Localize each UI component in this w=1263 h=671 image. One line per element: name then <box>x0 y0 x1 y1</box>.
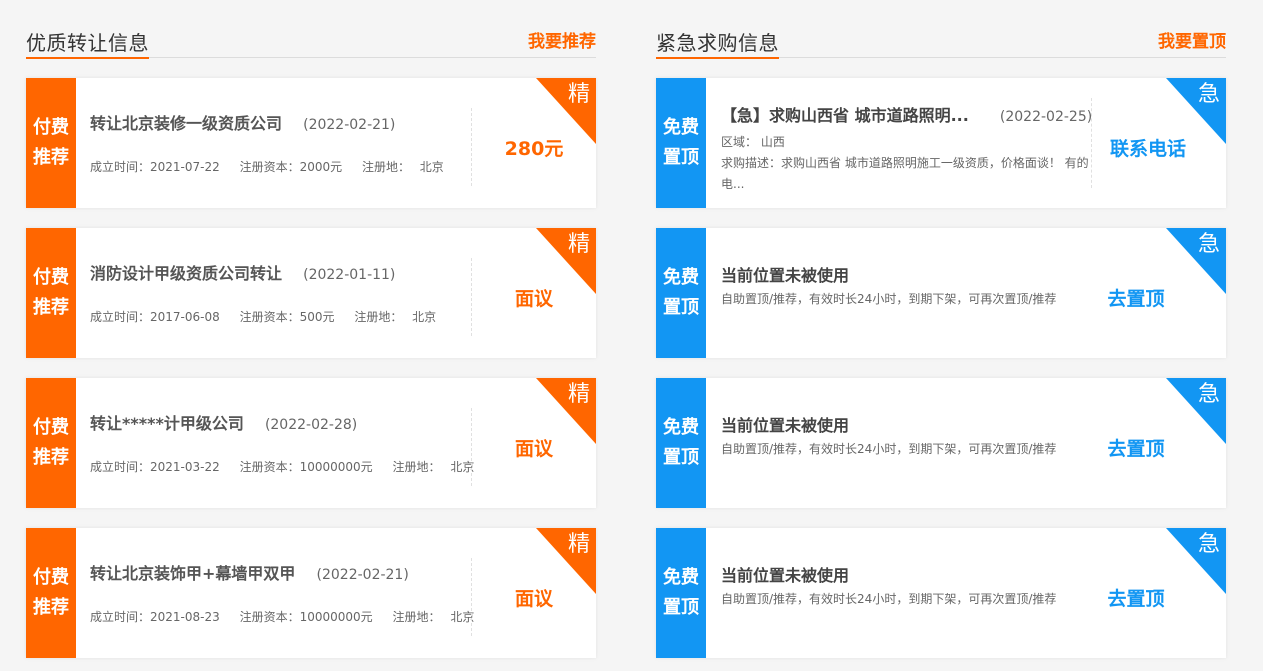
registered-place-label: 注册地： <box>361 160 410 174</box>
buy-request-card[interactable]: 免费 置顶 【急】求购山西省 城市道路照明... (2022-02-25) 区域… <box>656 78 1226 208</box>
tag-line: 推荐 <box>33 147 69 168</box>
section-title: 优质转让信息 <box>26 31 149 59</box>
card-meta: 成立时间：2017-06-08 注册资本：500元 注册地： 北京 <box>90 308 436 325</box>
tag-line: 免费 <box>663 117 699 138</box>
transfer-card[interactable]: 付费 推荐 消防设计甲级资质公司转让 (2022-01-11) 成立时间：201… <box>26 228 596 358</box>
tag-line: 推荐 <box>33 447 69 468</box>
tag-line: 推荐 <box>33 297 69 318</box>
card-title[interactable]: 转让北京装饰甲+幕墙甲双甲 <box>90 564 295 583</box>
registered-capital: 注册资本：10000000元 <box>239 610 373 624</box>
transfer-card[interactable]: 付费 推荐 转让北京装修一级资质公司 (2022-02-21) 成立时间：202… <box>26 78 596 208</box>
tag-line: 免费 <box>663 567 699 588</box>
card-date: (2022-02-25) <box>999 109 1093 125</box>
card-body: 转让*****计甲级公司 (2022-02-28) 成立时间：2021-03-2… <box>90 378 474 508</box>
card-meta: 成立时间：2021-07-22 注册资本：2000元 注册地： 北京 <box>90 158 444 175</box>
tag-line: 付费 <box>33 117 69 138</box>
empty-slot-card: 免费 置顶 当前位置未被使用 自助置顶/推荐，有效时长24小时，到期下架，可再次… <box>656 378 1226 508</box>
card-title[interactable]: 【急】求购山西省 城市道路照明... <box>721 106 969 125</box>
card-title[interactable]: 消防设计甲级资质公司转让 <box>90 264 282 283</box>
registered-capital: 注册资本：10000000元 <box>239 460 373 474</box>
registered-place-label: 注册地： <box>392 610 441 624</box>
featured-badge: 精 <box>567 382 590 407</box>
card-meta: 成立时间：2021-08-23 注册资本：10000000元 注册地： 北京 <box>90 608 474 625</box>
empty-slot-hint: 自助置顶/推荐，有效时长24小时，到期下架，可再次置顶/推荐 <box>721 592 1057 606</box>
empty-slot-card: 免费 置顶 当前位置未被使用 自助置顶/推荐，有效时长24小时，到期下架，可再次… <box>656 228 1226 358</box>
founded-date: 成立时间：2021-07-22 <box>90 160 220 174</box>
paid-recommend-tag: 付费 推荐 <box>26 378 76 508</box>
empty-slot-title: 当前位置未被使用 <box>721 416 850 435</box>
registered-capital: 注册资本：500元 <box>239 310 335 324</box>
tag-line: 付费 <box>33 267 69 288</box>
transfer-section-header: 优质转让信息 我要推荐 <box>26 0 596 59</box>
urgent-badge: 急 <box>1197 532 1220 557</box>
section-title: 紧急求购信息 <box>656 31 779 59</box>
empty-slot-title: 当前位置未被使用 <box>721 566 850 585</box>
tag-line: 置顶 <box>663 297 699 318</box>
featured-badge: 精 <box>567 82 590 107</box>
empty-slot-card: 免费 置顶 当前位置未被使用 自助置顶/推荐，有效时长24小时，到期下架，可再次… <box>656 528 1226 658</box>
free-pin-tag: 免费 置顶 <box>656 78 706 208</box>
empty-slot-hint: 自助置顶/推荐，有效时长24小时，到期下架，可再次置顶/推荐 <box>721 292 1057 306</box>
card-body: 消防设计甲级资质公司转让 (2022-01-11) 成立时间：2017-06-0… <box>90 228 470 358</box>
card-date: (2022-02-28) <box>264 417 358 433</box>
registered-place: 北京 <box>412 310 437 324</box>
featured-badge: 精 <box>567 232 590 257</box>
registered-place: 北京 <box>419 160 444 174</box>
paid-recommend-tag: 付费 推荐 <box>26 78 76 208</box>
urgent-badge: 急 <box>1197 82 1220 107</box>
tag-line: 免费 <box>663 417 699 438</box>
transfer-section: 优质转让信息 我要推荐 付费 推荐 转让北京装修一级资质公司 (2022-02-… <box>26 0 596 658</box>
request-description: 求购描述：求购山西省 城市道路照明施工一级资质，价格面谈！ 有的电... <box>721 156 1089 191</box>
paid-recommend-tag: 付费 推荐 <box>26 228 76 358</box>
tag-line: 置顶 <box>663 597 699 618</box>
urgent-buy-section: 紧急求购信息 我要置顶 免费 置顶 【急】求购山西省 城市道路照明... (20… <box>656 0 1226 658</box>
registered-capital: 注册资本：2000元 <box>239 160 343 174</box>
tag-line: 置顶 <box>663 447 699 468</box>
card-date: (2022-02-21) <box>303 117 396 133</box>
registered-place-label: 注册地： <box>354 310 403 324</box>
empty-slot-hint: 自助置顶/推荐，有效时长24小时，到期下架，可再次置顶/推荐 <box>721 442 1057 456</box>
recommend-link[interactable]: 我要推荐 <box>528 31 596 53</box>
card-body: 转让北京装修一级资质公司 (2022-02-21) 成立时间：2021-07-2… <box>90 78 470 208</box>
card-body: 【急】求购山西省 城市道路照明... (2022-02-25) 区域： 山西 求… <box>721 78 1093 208</box>
tag-line: 推荐 <box>33 597 69 618</box>
free-pin-tag: 免费 置顶 <box>656 378 706 508</box>
card-title[interactable]: 转让*****计甲级公司 <box>90 414 244 433</box>
urgent-badge: 急 <box>1197 232 1220 257</box>
tag-line: 置顶 <box>663 147 699 168</box>
featured-badge: 精 <box>567 532 590 557</box>
free-pin-tag: 免费 置顶 <box>656 528 706 658</box>
transfer-card[interactable]: 付费 推荐 转让*****计甲级公司 (2022-02-28) 成立时间：202… <box>26 378 596 508</box>
card-body: 转让北京装饰甲+幕墙甲双甲 (2022-02-21) 成立时间：2021-08-… <box>90 528 474 658</box>
card-meta: 成立时间：2021-03-22 注册资本：10000000元 注册地： 北京 <box>90 458 474 475</box>
founded-date: 成立时间：2021-08-23 <box>90 610 220 624</box>
urgent-badge: 急 <box>1197 382 1220 407</box>
founded-date: 成立时间：2017-06-08 <box>90 310 220 324</box>
empty-slot-title: 当前位置未被使用 <box>721 266 850 285</box>
urgent-buy-section-header: 紧急求购信息 我要置顶 <box>656 0 1226 59</box>
founded-date: 成立时间：2021-03-22 <box>90 460 220 474</box>
card-title[interactable]: 转让北京装修一级资质公司 <box>90 114 282 133</box>
transfer-card[interactable]: 付费 推荐 转让北京装饰甲+幕墙甲双甲 (2022-02-21) 成立时间：20… <box>26 528 596 658</box>
card-date: (2022-02-21) <box>316 567 409 583</box>
registered-place-label: 注册地： <box>392 460 441 474</box>
free-pin-tag: 免费 置顶 <box>656 228 706 358</box>
card-date: (2022-01-11) <box>303 267 396 283</box>
tag-line: 免费 <box>663 267 699 288</box>
region: 区域： 山西 <box>721 135 785 149</box>
tag-line: 付费 <box>33 417 69 438</box>
paid-recommend-tag: 付费 推荐 <box>26 528 76 658</box>
tag-line: 付费 <box>33 567 69 588</box>
pin-top-link[interactable]: 我要置顶 <box>1158 31 1226 53</box>
